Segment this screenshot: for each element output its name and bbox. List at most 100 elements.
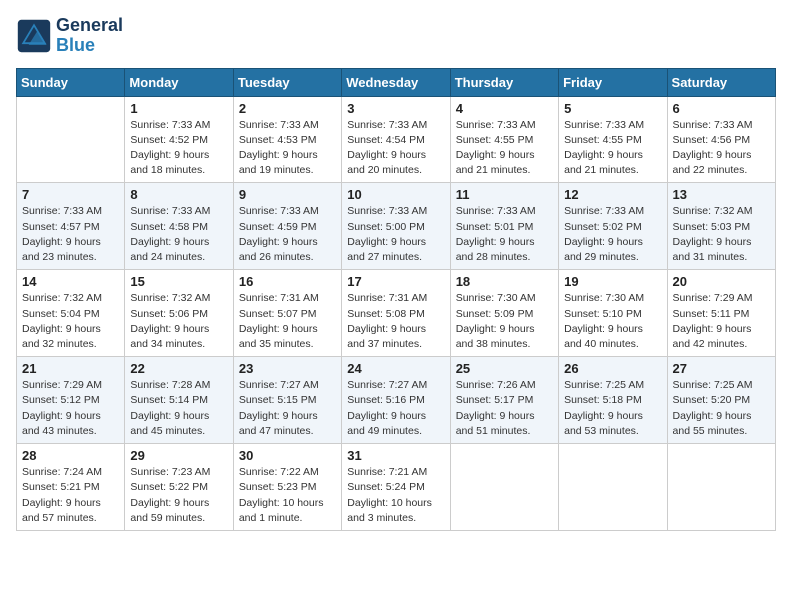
day-number: 4 <box>456 101 553 116</box>
day-number: 10 <box>347 187 444 202</box>
calendar-cell: 17 Sunrise: 7:31 AM Sunset: 5:08 PM Dayli… <box>342 270 450 357</box>
day-number: 8 <box>130 187 227 202</box>
day-number: 17 <box>347 274 444 289</box>
calendar-cell: 26 Sunrise: 7:25 AM Sunset: 5:18 PM Dayli… <box>559 357 667 444</box>
calendar-cell: 10 Sunrise: 7:33 AM Sunset: 5:00 PM Dayli… <box>342 183 450 270</box>
calendar-cell: 7 Sunrise: 7:33 AM Sunset: 4:57 PM Daylig… <box>17 183 125 270</box>
day-info: Sunrise: 7:22 AM Sunset: 5:23 PM Dayligh… <box>239 465 336 526</box>
day-info: Sunrise: 7:30 AM Sunset: 5:09 PM Dayligh… <box>456 291 553 352</box>
day-info: Sunrise: 7:30 AM Sunset: 5:10 PM Dayligh… <box>564 291 661 352</box>
weekday-header-monday: Monday <box>125 68 233 96</box>
calendar-table: SundayMondayTuesdayWednesdayThursdayFrid… <box>16 68 776 531</box>
calendar-cell: 13 Sunrise: 7:32 AM Sunset: 5:03 PM Dayli… <box>667 183 775 270</box>
day-info: Sunrise: 7:21 AM Sunset: 5:24 PM Dayligh… <box>347 465 444 526</box>
calendar-cell: 19 Sunrise: 7:30 AM Sunset: 5:10 PM Dayli… <box>559 270 667 357</box>
calendar-cell: 22 Sunrise: 7:28 AM Sunset: 5:14 PM Dayli… <box>125 357 233 444</box>
calendar-cell: 3Sunrise: 7:33 AM Sunset: 4:54 PM Daylig… <box>342 96 450 183</box>
day-number: 20 <box>673 274 770 289</box>
day-number: 6 <box>673 101 770 116</box>
day-info: Sunrise: 7:24 AM Sunset: 5:21 PM Dayligh… <box>22 465 119 526</box>
day-info: Sunrise: 7:33 AM Sunset: 4:58 PM Dayligh… <box>130 204 227 265</box>
calendar-cell: 28 Sunrise: 7:24 AM Sunset: 5:21 PM Dayli… <box>17 444 125 531</box>
day-number: 21 <box>22 361 119 376</box>
weekday-header-sunday: Sunday <box>17 68 125 96</box>
day-number: 27 <box>673 361 770 376</box>
day-number: 25 <box>456 361 553 376</box>
calendar-cell: 12 Sunrise: 7:33 AM Sunset: 5:02 PM Dayli… <box>559 183 667 270</box>
day-info: Sunrise: 7:26 AM Sunset: 5:17 PM Dayligh… <box>456 378 553 439</box>
day-info: Sunrise: 7:32 AM Sunset: 5:03 PM Dayligh… <box>673 204 770 265</box>
day-info: Sunrise: 7:31 AM Sunset: 5:08 PM Dayligh… <box>347 291 444 352</box>
calendar-cell: 31 Sunrise: 7:21 AM Sunset: 5:24 PM Dayli… <box>342 444 450 531</box>
calendar-cell: 5 Sunrise: 7:33 AM Sunset: 4:55 PM Daylig… <box>559 96 667 183</box>
day-number: 7 <box>22 187 119 202</box>
day-info: Sunrise: 7:32 AM Sunset: 5:04 PM Dayligh… <box>22 291 119 352</box>
day-info: Sunrise: 7:33 AM Sunset: 4:57 PM Dayligh… <box>22 204 119 265</box>
calendar-cell: 11 Sunrise: 7:33 AM Sunset: 5:01 PM Dayli… <box>450 183 558 270</box>
day-number: 13 <box>673 187 770 202</box>
calendar-cell: 16 Sunrise: 7:31 AM Sunset: 5:07 PM Dayli… <box>233 270 341 357</box>
calendar-cell <box>667 444 775 531</box>
calendar-cell: 4 Sunrise: 7:33 AM Sunset: 4:55 PM Daylig… <box>450 96 558 183</box>
day-info: Sunrise: 7:33 AM Sunset: 4:55 PM Dayligh… <box>564 118 661 179</box>
day-info: Sunrise: 7:29 AM Sunset: 5:11 PM Dayligh… <box>673 291 770 352</box>
day-number: 12 <box>564 187 661 202</box>
weekday-header-friday: Friday <box>559 68 667 96</box>
day-number: 1 <box>130 101 227 116</box>
day-info: Sunrise: 7:33 AM Sunset: 5:02 PM Dayligh… <box>564 204 661 265</box>
day-number: 29 <box>130 448 227 463</box>
day-info: Sunrise: 7:33 AM Sunset: 4:52 PM Dayligh… <box>130 118 227 179</box>
day-number: 24 <box>347 361 444 376</box>
day-number: 16 <box>239 274 336 289</box>
calendar-cell: 21Sunrise: 7:29 AM Sunset: 5:12 PM Dayli… <box>17 357 125 444</box>
day-info: Sunrise: 7:33 AM Sunset: 4:56 PM Dayligh… <box>673 118 770 179</box>
weekday-header-thursday: Thursday <box>450 68 558 96</box>
page-header: General Blue <box>16 16 776 56</box>
calendar-cell <box>17 96 125 183</box>
calendar-cell: 29 Sunrise: 7:23 AM Sunset: 5:22 PM Dayli… <box>125 444 233 531</box>
calendar-cell: 18 Sunrise: 7:30 AM Sunset: 5:09 PM Dayli… <box>450 270 558 357</box>
day-info: Sunrise: 7:25 AM Sunset: 5:18 PM Dayligh… <box>564 378 661 439</box>
calendar-cell: 23 Sunrise: 7:27 AM Sunset: 5:15 PM Dayli… <box>233 357 341 444</box>
day-info: Sunrise: 7:23 AM Sunset: 5:22 PM Dayligh… <box>130 465 227 526</box>
day-number: 11 <box>456 187 553 202</box>
weekday-header-tuesday: Tuesday <box>233 68 341 96</box>
day-number: 22 <box>130 361 227 376</box>
day-info: Sunrise: 7:33 AM Sunset: 5:00 PM Dayligh… <box>347 204 444 265</box>
day-info: Sunrise: 7:32 AM Sunset: 5:06 PM Dayligh… <box>130 291 227 352</box>
calendar-cell: 20 Sunrise: 7:29 AM Sunset: 5:11 PM Dayli… <box>667 270 775 357</box>
day-number: 14 <box>22 274 119 289</box>
day-info: Sunrise: 7:28 AM Sunset: 5:14 PM Dayligh… <box>130 378 227 439</box>
day-number: 5 <box>564 101 661 116</box>
day-info: Sunrise: 7:33 AM Sunset: 4:53 PM Dayligh… <box>239 118 336 179</box>
day-number: 19 <box>564 274 661 289</box>
calendar-cell: 9 Sunrise: 7:33 AM Sunset: 4:59 PM Daylig… <box>233 183 341 270</box>
day-info: Sunrise: 7:27 AM Sunset: 5:15 PM Dayligh… <box>239 378 336 439</box>
day-number: 18 <box>456 274 553 289</box>
calendar-cell: 27 Sunrise: 7:25 AM Sunset: 5:20 PM Dayli… <box>667 357 775 444</box>
logo-text: General Blue <box>56 16 123 56</box>
day-info: Sunrise: 7:31 AM Sunset: 5:07 PM Dayligh… <box>239 291 336 352</box>
calendar-cell: 15 Sunrise: 7:32 AM Sunset: 5:06 PM Dayli… <box>125 270 233 357</box>
day-info: Sunrise: 7:33 AM Sunset: 4:55 PM Dayligh… <box>456 118 553 179</box>
day-number: 28 <box>22 448 119 463</box>
day-number: 23 <box>239 361 336 376</box>
calendar-cell: 1 Sunrise: 7:33 AM Sunset: 4:52 PM Daylig… <box>125 96 233 183</box>
weekday-header-wednesday: Wednesday <box>342 68 450 96</box>
weekday-header-saturday: Saturday <box>667 68 775 96</box>
calendar-cell: 2Sunrise: 7:33 AM Sunset: 4:53 PM Daylig… <box>233 96 341 183</box>
calendar-cell <box>559 444 667 531</box>
day-info: Sunrise: 7:33 AM Sunset: 4:59 PM Dayligh… <box>239 204 336 265</box>
day-info: Sunrise: 7:25 AM Sunset: 5:20 PM Dayligh… <box>673 378 770 439</box>
day-info: Sunrise: 7:27 AM Sunset: 5:16 PM Dayligh… <box>347 378 444 439</box>
calendar-cell: 8 Sunrise: 7:33 AM Sunset: 4:58 PM Daylig… <box>125 183 233 270</box>
day-number: 9 <box>239 187 336 202</box>
day-info: Sunrise: 7:33 AM Sunset: 5:01 PM Dayligh… <box>456 204 553 265</box>
day-number: 31 <box>347 448 444 463</box>
day-number: 15 <box>130 274 227 289</box>
calendar-cell: 25 Sunrise: 7:26 AM Sunset: 5:17 PM Dayli… <box>450 357 558 444</box>
logo: General Blue <box>16 16 123 56</box>
day-number: 26 <box>564 361 661 376</box>
logo-icon <box>16 18 52 54</box>
day-number: 30 <box>239 448 336 463</box>
